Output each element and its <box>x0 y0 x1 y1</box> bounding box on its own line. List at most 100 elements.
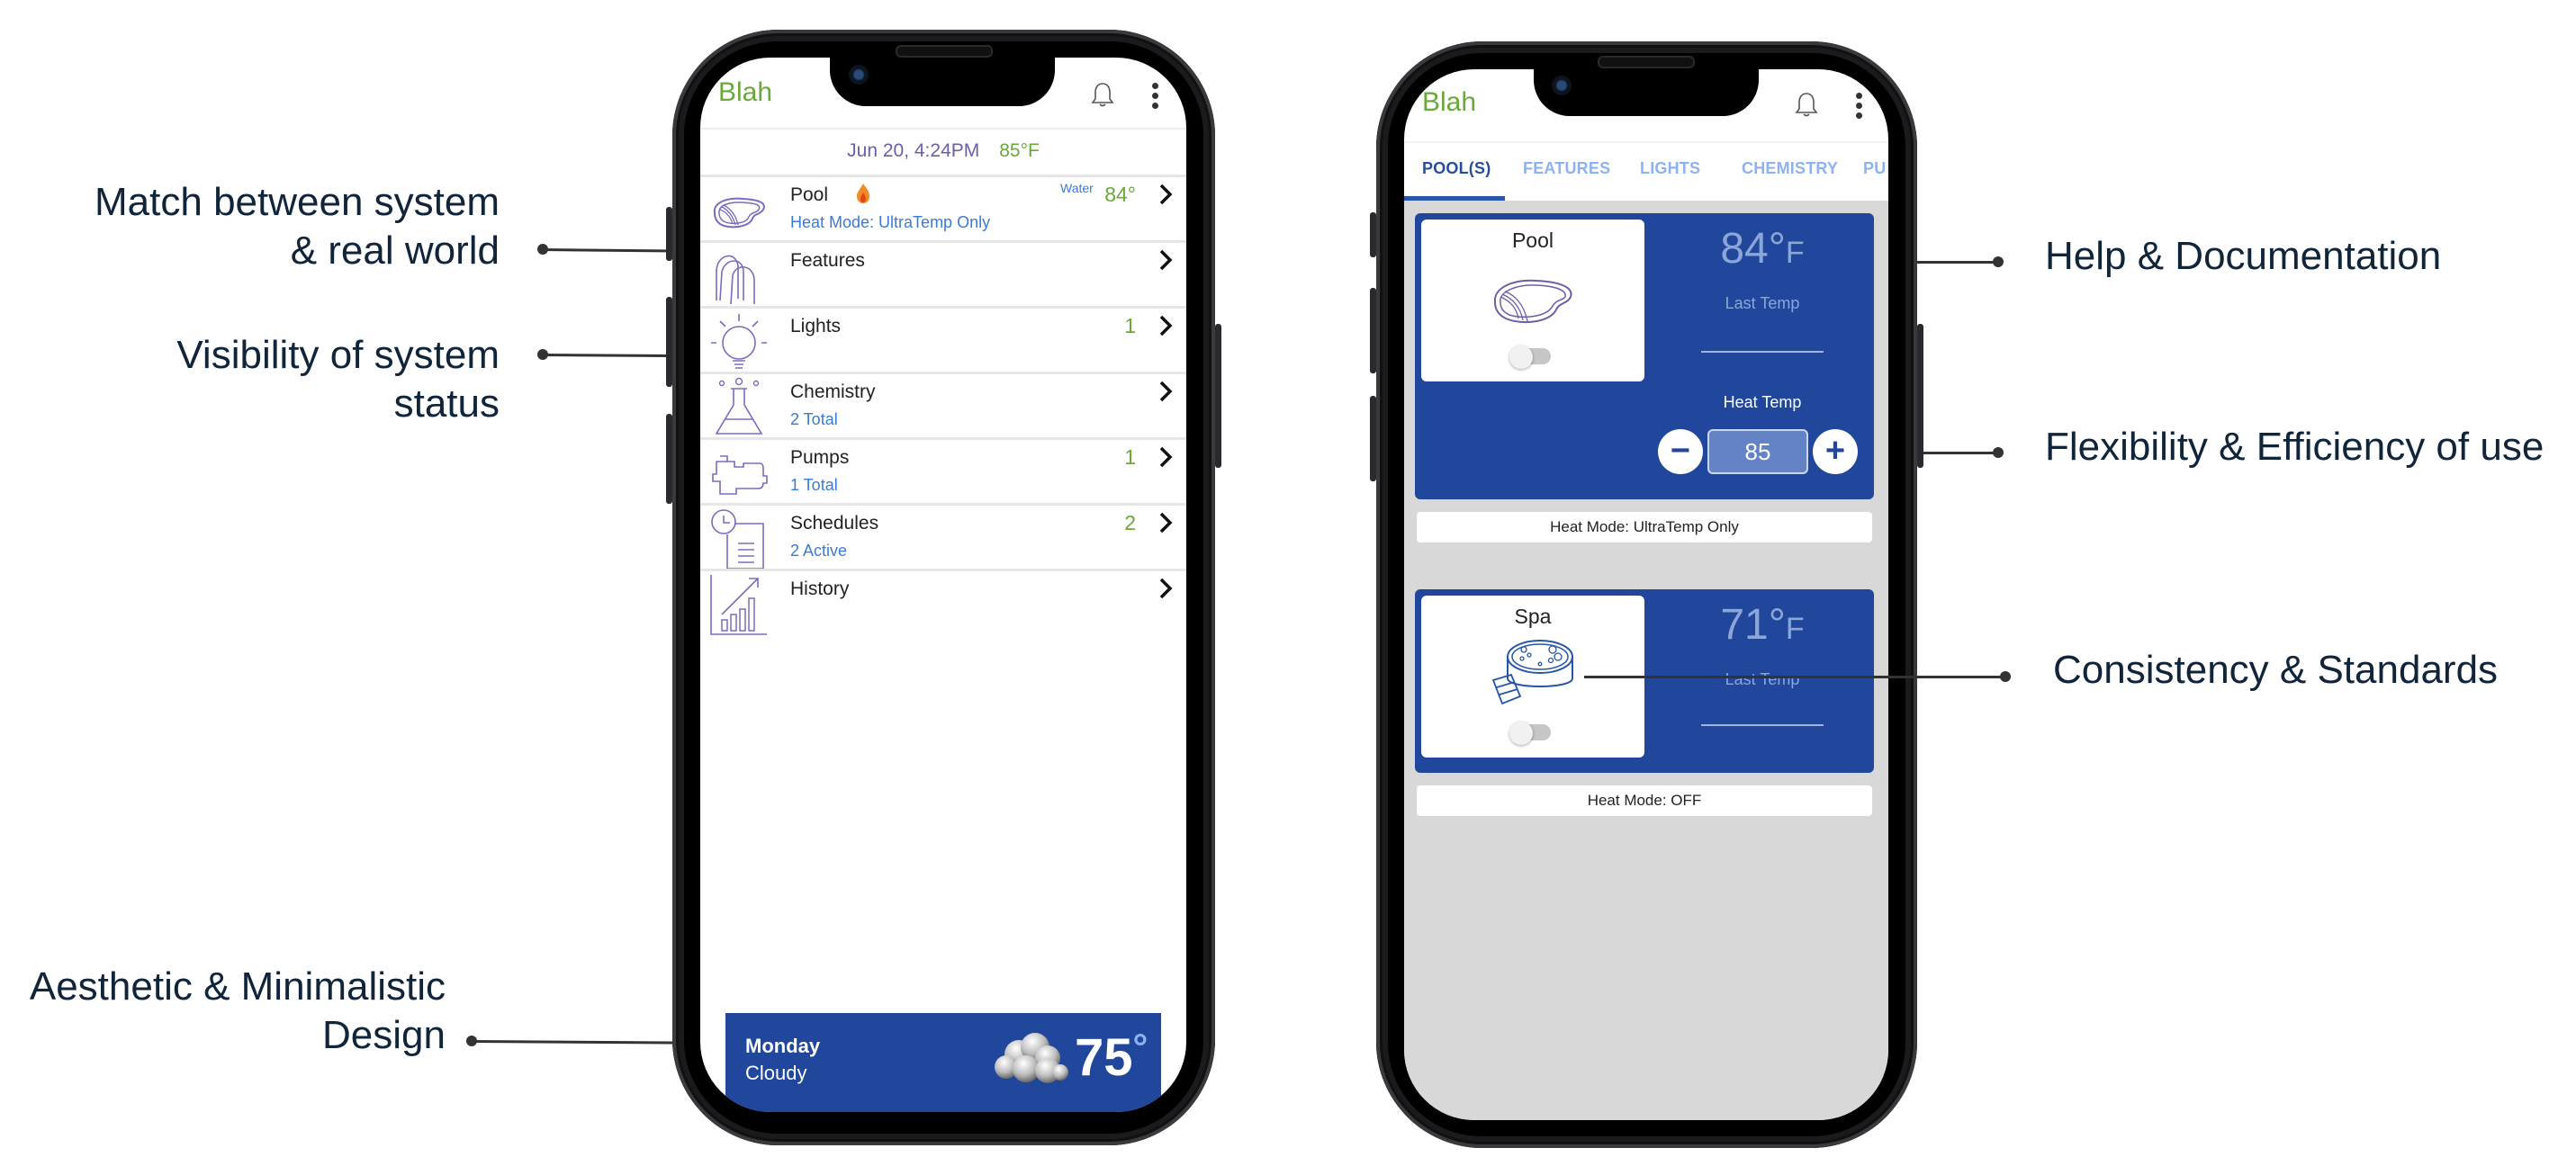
spa-icon <box>1491 640 1573 705</box>
body-temp: 71°F <box>1651 600 1874 650</box>
phone-side-button <box>1370 212 1376 257</box>
body-temp: 84°F <box>1651 224 1874 274</box>
body-tile-pool[interactable]: Pool <box>1421 220 1644 381</box>
annotation-consistency-standards: Consistency & Standards <box>2053 648 2499 692</box>
annotation-text: Visibility of system <box>176 333 500 377</box>
list-item-title: Pool <box>790 184 829 205</box>
tab-lights[interactable]: LIGHTS <box>1640 159 1700 178</box>
phone-side-button <box>1370 288 1376 373</box>
right-phone-screen: Blah POOL(S) FEATURES LIGHTS CHEMISTRY P… <box>1404 69 1888 1120</box>
weather-temp-value: 75 <box>1075 1028 1133 1087</box>
body-name: Spa <box>1514 605 1552 628</box>
list-item-pool[interactable]: Pool Heat Mode: UltraTemp Only Water 84° <box>700 175 1186 240</box>
temp-value: 71° <box>1720 601 1786 649</box>
bell-icon[interactable] <box>1091 81 1114 108</box>
chevron-right-icon[interactable] <box>1156 378 1175 405</box>
phone-camera <box>849 65 869 85</box>
app-title: Blah <box>718 77 773 107</box>
list-item-title: Pumps <box>790 447 850 468</box>
annotation-text: & real world <box>290 229 500 273</box>
date-time: Jun 20, 4:24PM <box>847 140 980 161</box>
chevron-right-icon[interactable] <box>1156 509 1175 536</box>
tab-pools[interactable]: POOL(S) <box>1422 159 1491 178</box>
weather-temp: 75° <box>1075 1026 1148 1087</box>
tab-bar: POOL(S) FEATURES LIGHTS CHEMISTRY PU <box>1404 159 1888 201</box>
setpoint-field[interactable]: 85 <box>1707 429 1808 474</box>
phone-camera <box>1552 76 1572 95</box>
temp-divider <box>1701 724 1824 726</box>
weather-widget[interactable]: Monday Cloudy 75° <box>725 1013 1161 1112</box>
fountain-icon <box>716 255 755 305</box>
chevron-right-icon[interactable] <box>1156 312 1175 339</box>
list-item-chemistry[interactable]: Chemistry 2 Total <box>700 372 1186 437</box>
decrease-setpoint-button[interactable]: − <box>1658 429 1703 474</box>
list-item-schedules[interactable]: Schedules 2 Active 2 <box>700 503 1186 570</box>
pool-power-toggle[interactable] <box>1509 345 1551 369</box>
increase-setpoint-button[interactable]: + <box>1813 429 1858 474</box>
schedule-icon <box>711 509 764 570</box>
water-label: Water <box>1060 181 1094 195</box>
temp-unit: F <box>1785 236 1805 270</box>
heat-mode-pool[interactable]: Heat Mode: UltraTemp Only <box>1417 512 1872 543</box>
heat-mode-spa[interactable]: Heat Mode: OFF <box>1417 785 1872 816</box>
water-temp: 84° <box>1104 183 1136 206</box>
list-item-title: History <box>790 579 850 599</box>
list-item-lights[interactable]: Lights 1 <box>700 306 1186 372</box>
annotation-text: Design <box>322 1013 446 1057</box>
list-item-features[interactable]: Features <box>700 240 1186 306</box>
phone-speaker <box>1598 56 1695 68</box>
header-divider <box>700 128 1186 130</box>
spa-power-toggle[interactable] <box>1509 722 1551 745</box>
flask-icon <box>715 377 763 435</box>
phone-side-button <box>1917 324 1923 468</box>
list-item-title: Lights <box>790 316 842 336</box>
body-name: Pool <box>1511 229 1554 252</box>
chevron-right-icon[interactable] <box>1156 444 1175 471</box>
more-vertical-icon[interactable] <box>1856 93 1863 122</box>
date-time-bar: Jun 20, 4:24PM 85°F <box>700 140 1186 162</box>
cloud-icon <box>995 1033 1068 1083</box>
tab-chemistry[interactable]: CHEMISTRY <box>1742 159 1838 178</box>
list-item-title: Features <box>790 250 865 271</box>
bell-icon[interactable] <box>1795 91 1818 118</box>
chevron-right-icon[interactable] <box>1156 575 1175 602</box>
list-item-count: 2 <box>1124 511 1136 534</box>
chevron-right-icon[interactable] <box>1156 181 1175 208</box>
last-temp-label: Last Temp <box>1725 294 1800 312</box>
air-temp: 85°F <box>999 140 1040 161</box>
weather-degree: ° <box>1132 1026 1148 1068</box>
annotation-help-documentation: Help & Documentation <box>2045 234 2442 278</box>
list-item-title: Schedules <box>790 513 879 534</box>
pump-icon <box>712 455 768 495</box>
phone-side-button <box>666 207 672 261</box>
annotation-visibility-status: Visibility of system status <box>54 331 500 428</box>
weather-condition: Cloudy <box>745 1062 807 1084</box>
list-item-subtitle: 2 Total <box>790 410 838 428</box>
temp-unit: F <box>1785 612 1805 646</box>
annotation-text: Aesthetic & Minimalistic <box>29 964 446 1009</box>
phone-side-button <box>1215 324 1221 468</box>
list-item-count: 1 <box>1124 314 1136 337</box>
pool-icon <box>1493 279 1572 324</box>
header-divider <box>1404 141 1888 143</box>
chevron-right-icon[interactable] <box>1156 247 1175 274</box>
flame-icon <box>857 184 869 203</box>
phone-speaker <box>896 45 993 58</box>
tab-pumps[interactable]: PU <box>1863 159 1886 178</box>
phone-side-button <box>666 414 672 504</box>
last-temp-label: Last Temp <box>1725 670 1800 688</box>
annotation-aesthetic-design: Aesthetic & Minimalistic Design <box>9 963 446 1060</box>
list-item-count: 1 <box>1124 445 1136 469</box>
phone-side-button <box>1370 396 1376 481</box>
more-vertical-icon[interactable] <box>1152 83 1159 112</box>
annotation-text: status <box>393 381 500 426</box>
left-phone-screen: Blah Jun 20, 4:24PM 85°F Pool Heat Mode: … <box>700 58 1186 1112</box>
annotation-match-real-world: Match between system & real world <box>54 178 500 275</box>
list-item-history[interactable]: History <box>700 569 1186 635</box>
weather-day: Monday <box>745 1035 821 1057</box>
phone-side-button <box>666 297 672 387</box>
temp-divider <box>1701 351 1824 353</box>
body-card-spa: Spa 71°F Last Temp <box>1415 589 1874 773</box>
tab-features[interactable]: FEATURES <box>1523 159 1610 178</box>
list-item-pumps[interactable]: Pumps 1 Total 1 <box>700 437 1186 503</box>
